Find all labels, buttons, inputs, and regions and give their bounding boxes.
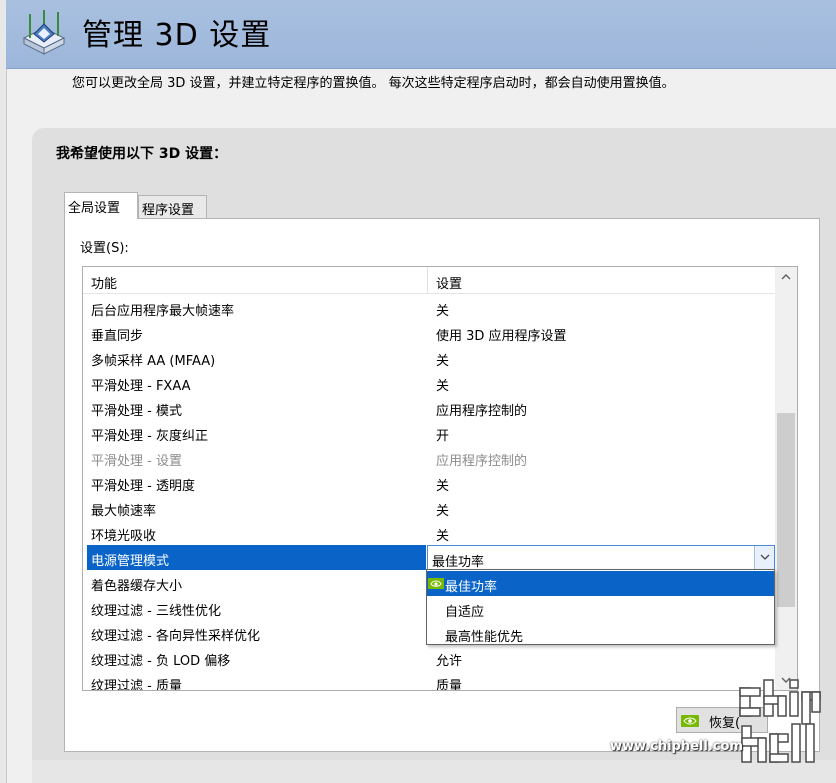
vertical-scrollbar[interactable] <box>775 267 797 690</box>
row-setting-value: 关 <box>436 504 450 519</box>
row-feature: 平滑处理 - 透明度 <box>91 479 195 494</box>
table-row[interactable]: 多帧采样 AA (MFAA) 关 <box>83 345 775 370</box>
column-divider[interactable] <box>427 267 428 293</box>
row-feature: 纹理过滤 - 质量 <box>91 679 182 691</box>
table-row[interactable]: 最大帧速率 关 <box>83 495 775 520</box>
row-setting-value: 允许 <box>436 654 463 669</box>
row-feature: 垂直同步 <box>91 329 144 344</box>
nvidia-logo-icon <box>681 715 699 727</box>
row-feature: 着色器缓存大小 <box>91 579 183 594</box>
scrollbar-thumb[interactable] <box>777 413 795 607</box>
scroll-up-arrow-icon[interactable] <box>775 267 797 287</box>
power-mode-dropdown-list: 最佳功率 自适应 最高性能优先 <box>426 569 775 645</box>
settings-label: 设置(S): <box>80 241 129 256</box>
table-row[interactable]: 平滑处理 - FXAA 关 <box>83 370 775 395</box>
table-row[interactable]: 平滑处理 - 设置 应用程序控制的 <box>83 445 775 470</box>
row-setting-value: 开 <box>436 429 450 444</box>
row-feature: 最大帧速率 <box>91 504 157 519</box>
tab-global-settings[interactable]: 全局设置 <box>64 192 138 219</box>
row-setting-value: 使用 3D 应用程序设置 <box>436 329 567 344</box>
bottom-band <box>32 760 836 783</box>
row-setting-value: 应用程序控制的 <box>436 404 528 419</box>
page-header: 管理 3D 设置 <box>6 0 836 69</box>
row-feature: 纹理过滤 - 负 LOD 偏移 <box>91 654 231 669</box>
table-row[interactable]: 后台应用程序最大帧速率 关 <box>83 295 775 320</box>
dropdown-option-label: 最高性能优先 <box>445 630 524 645</box>
list-column-header: 功能 设置 <box>83 267 775 294</box>
column-header-setting[interactable]: 设置 <box>436 273 462 292</box>
table-row[interactable]: 环境光吸收 关 <box>83 520 775 545</box>
chiphell-watermark-logo <box>739 679 821 763</box>
row-setting-value: 关 <box>436 354 450 369</box>
window-left-edge <box>0 0 7 783</box>
row-feature: 环境光吸收 <box>91 529 157 544</box>
table-row[interactable]: 电源管理模式 最佳功率 <box>83 545 775 570</box>
power-mode-select[interactable]: 最佳功率 <box>427 545 775 570</box>
table-row[interactable]: 纹理过滤 - 负 LOD 偏移 允许 <box>83 645 775 670</box>
watermark-url: www.chiphell.com <box>610 739 743 754</box>
page-title: 管理 3D 设置 <box>82 18 272 53</box>
row-setting-value: 关 <box>436 379 450 394</box>
table-row[interactable]: 平滑处理 - 模式 应用程序控制的 <box>83 395 775 420</box>
nvidia-3d-icon <box>22 10 66 55</box>
row-feature: 多帧采样 AA (MFAA) <box>91 354 216 369</box>
column-header-feature[interactable]: 功能 <box>91 273 117 292</box>
table-row[interactable]: 平滑处理 - 灰度纠正 开 <box>83 420 775 445</box>
dropdown-option-adaptive[interactable]: 自适应 <box>427 596 774 621</box>
row-setting-value: 关 <box>436 304 450 319</box>
dropdown-option-best-power[interactable]: 最佳功率 <box>427 571 774 596</box>
table-row[interactable]: 纹理过滤 - 质量 质量 <box>83 670 775 691</box>
row-setting-value: 关 <box>436 529 450 544</box>
row-feature: 纹理过滤 - 三线性优化 <box>91 604 221 619</box>
row-setting-value: 关 <box>436 479 450 494</box>
row-feature: 纹理过滤 - 各向异性采样优化 <box>91 629 260 644</box>
row-feature: 电源管理模式 <box>91 554 170 569</box>
row-setting-value: 应用程序控制的 <box>436 454 528 469</box>
row-feature: 平滑处理 - 设置 <box>91 454 182 469</box>
row-feature: 平滑处理 - 模式 <box>91 404 182 419</box>
row-feature: 后台应用程序最大帧速率 <box>91 304 235 319</box>
section-heading: 我希望使用以下 3D 设置： <box>56 146 228 162</box>
chevron-down-icon[interactable] <box>754 546 774 569</box>
row-setting-value: 质量 <box>436 679 463 691</box>
nvidia-logo-icon <box>428 578 444 589</box>
table-row[interactable]: 平滑处理 - 透明度 关 <box>83 470 775 495</box>
table-row[interactable]: 垂直同步 使用 3D 应用程序设置 <box>83 320 775 345</box>
power-mode-select-value: 最佳功率 <box>432 555 485 570</box>
dropdown-option-max-performance[interactable]: 最高性能优先 <box>427 621 774 646</box>
dropdown-option-label: 自适应 <box>445 605 485 620</box>
row-feature: 平滑处理 - 灰度纠正 <box>91 429 208 444</box>
page-description: 您可以更改全局 3D 设置，并建立特定程序的置换值。 每次这些特定程序启动时，都… <box>72 76 675 91</box>
row-feature: 平滑处理 - FXAA <box>91 379 191 394</box>
dropdown-option-label: 最佳功率 <box>445 580 498 595</box>
tab-program-settings[interactable]: 程序设置 <box>138 195 207 219</box>
